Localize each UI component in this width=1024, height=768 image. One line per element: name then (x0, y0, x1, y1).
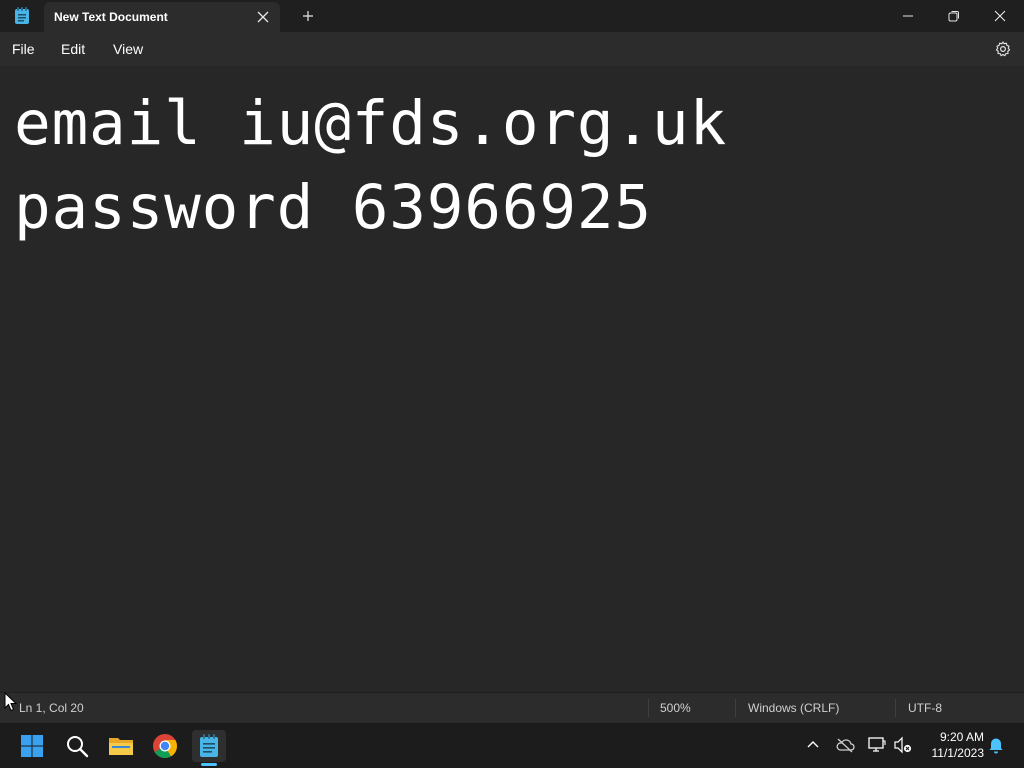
status-separator (895, 699, 896, 717)
zoom-level[interactable]: 500% (660, 701, 691, 715)
taskbar: 9:20 AM 11/1/2023 (0, 722, 1024, 768)
file-explorer-icon[interactable] (104, 730, 138, 762)
system-clock[interactable]: 9:20 AM 11/1/2023 (920, 729, 985, 761)
title-bar: New Text Document (0, 0, 1024, 32)
menu-bar: File Edit View (0, 32, 1024, 66)
editor-line-1[interactable]: email iu@fds.org.uk (14, 88, 727, 159)
network-icon[interactable] (867, 735, 887, 755)
onedrive-offline-icon[interactable] (835, 735, 855, 755)
menu-edit[interactable]: Edit (61, 41, 85, 57)
status-bar: Ln 1, Col 20 500% Windows (CRLF) UTF-8 (0, 692, 1024, 722)
text-editor[interactable]: email iu@fds.org.uk password 63966925 (0, 66, 1024, 692)
encoding[interactable]: UTF-8 (908, 701, 942, 715)
restore-button[interactable] (931, 0, 977, 32)
tab-close-icon[interactable] (256, 10, 270, 24)
line-ending[interactable]: Windows (CRLF) (748, 701, 839, 715)
notepad-icon[interactable] (192, 730, 226, 762)
menu-file[interactable]: File (12, 41, 35, 57)
clock-date: 11/1/2023 (931, 746, 985, 760)
notification-bell-icon[interactable] (986, 735, 1006, 755)
minimize-button[interactable] (885, 0, 931, 32)
document-tab[interactable]: New Text Document (44, 2, 280, 32)
chrome-icon[interactable] (148, 730, 182, 762)
status-separator (648, 699, 649, 717)
new-tab-plus-icon[interactable] (300, 8, 316, 24)
mouse-pointer-icon (4, 691, 18, 712)
start-icon[interactable] (15, 730, 49, 762)
active-app-indicator (201, 763, 217, 766)
menu-view[interactable]: View (113, 41, 143, 57)
chevron-up-icon[interactable] (803, 735, 823, 755)
editor-line-2[interactable]: password 63966925 (14, 172, 652, 243)
notepad-app-icon (14, 7, 30, 25)
cursor-position: Ln 1, Col 20 (19, 701, 84, 715)
search-icon[interactable] (60, 730, 94, 762)
clock-time: 9:20 AM (939, 730, 984, 744)
volume-muted-icon[interactable] (893, 735, 913, 755)
tab-title: New Text Document (54, 10, 168, 24)
settings-gear-icon[interactable] (994, 40, 1012, 58)
close-window-button[interactable] (977, 0, 1023, 32)
status-separator (735, 699, 736, 717)
